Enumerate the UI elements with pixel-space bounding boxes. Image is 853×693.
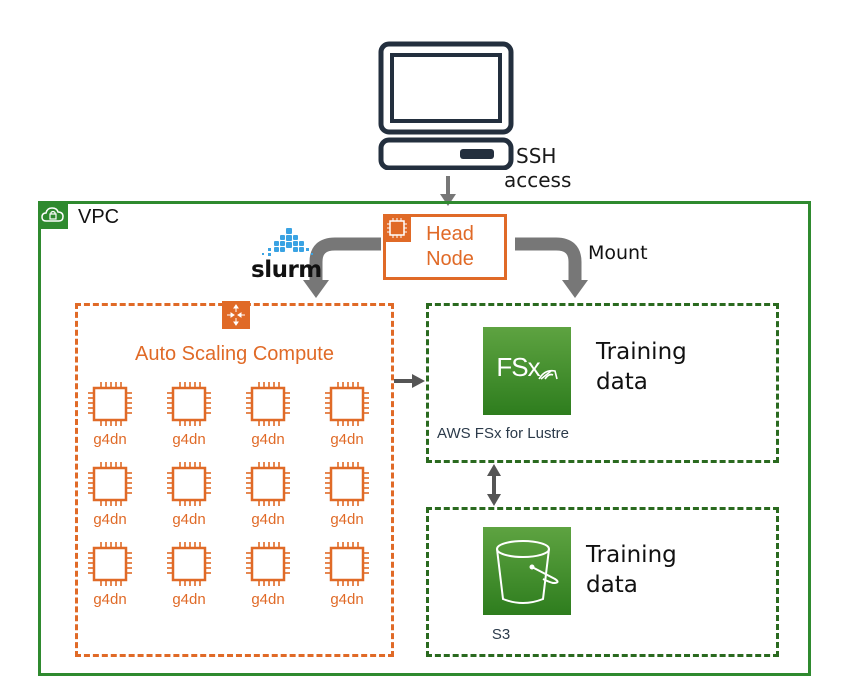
instance-type-label: g4dn [93, 431, 127, 448]
g4dn-instance[interactable]: g4dn [319, 539, 375, 611]
chip-icon [88, 462, 132, 506]
instance-type-label: g4dn [251, 511, 285, 528]
fsx-training-data-note: Training data [596, 339, 687, 395]
chip-icon [167, 382, 211, 426]
instance-type-label: g4dn [172, 511, 206, 528]
g4dn-instance[interactable]: g4dn [82, 459, 138, 531]
bucket-icon [496, 540, 559, 604]
auto-scaling-icon [227, 304, 245, 326]
vpc-label: VPC [78, 206, 120, 228]
chip-icon [167, 542, 211, 586]
head-node-label: Head Node [426, 223, 474, 270]
instance-type-label: g4dn [330, 591, 364, 608]
g4dn-instance[interactable]: g4dn [240, 459, 296, 531]
s3-training-data-note: Training data [586, 542, 677, 598]
chip-icon [88, 542, 132, 586]
fsx-caption: AWS FSx for Lustre [437, 425, 569, 442]
slurm-logo-icon [262, 228, 313, 256]
ec2-instance-icon [387, 218, 407, 238]
g4dn-instance[interactable]: g4dn [161, 539, 217, 611]
chip-icon [325, 542, 369, 586]
g4dn-instance[interactable]: g4dn [82, 379, 138, 451]
g4dn-instance[interactable]: g4dn [161, 379, 217, 451]
vpc-badge [38, 201, 68, 229]
auto-scaling-badge [222, 301, 250, 329]
g4dn-instance[interactable]: g4dn [319, 459, 375, 531]
instance-type-label: g4dn [251, 431, 285, 448]
instance-type-label: g4dn [251, 591, 285, 608]
s3-bucket-icon[interactable] [483, 527, 571, 615]
ssh-access-label: SSH access [504, 144, 572, 192]
cloud-lock-icon [41, 207, 64, 222]
chip-icon [246, 382, 290, 426]
fsx-icon-text: FSx [496, 352, 540, 382]
instance-type-label: g4dn [330, 431, 364, 448]
desktop-computer-icon [378, 41, 514, 170]
g4dn-instance[interactable]: g4dn [240, 539, 296, 611]
instance-type-label: g4dn [93, 591, 127, 608]
g4dn-instance[interactable]: g4dn [240, 379, 296, 451]
instance-type-label: g4dn [93, 511, 127, 528]
chip-icon [325, 462, 369, 506]
chip-icon [325, 382, 369, 426]
auto-scaling-compute-label: Auto Scaling Compute [134, 343, 334, 365]
chip-icon [167, 462, 211, 506]
chip-icon [88, 382, 132, 426]
g4dn-instance[interactable]: g4dn [319, 379, 375, 451]
g4dn-instance[interactable]: g4dn [161, 459, 217, 531]
mount-label: Mount [588, 242, 648, 264]
g4dn-instance[interactable]: g4dn [82, 539, 138, 611]
chip-icon [246, 542, 290, 586]
slurm-logo-text: slurm [251, 257, 322, 283]
instance-type-label: g4dn [330, 511, 364, 528]
s3-caption: S3 [491, 626, 511, 643]
instance-type-label: g4dn [172, 431, 206, 448]
chip-icon [246, 462, 290, 506]
head-node-badge [383, 214, 411, 242]
instance-type-label: g4dn [172, 591, 206, 608]
